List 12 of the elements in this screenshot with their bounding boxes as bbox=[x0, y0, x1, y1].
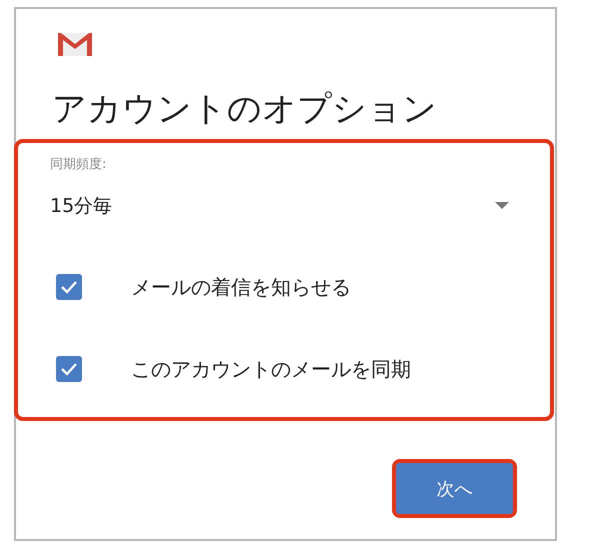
sync-frequency-label: 同期頻度: bbox=[50, 156, 108, 173]
checkbox-label: このアカウントのメールを同期 bbox=[131, 356, 411, 382]
checkmark-icon bbox=[60, 280, 78, 294]
sync-frequency-dropdown[interactable]: 15分毎 bbox=[50, 191, 509, 221]
checkbox[interactable] bbox=[56, 274, 82, 300]
page-title: アカウントのオプション bbox=[52, 88, 438, 131]
checkbox-label: メールの着信を知らせる bbox=[131, 274, 351, 300]
dropdown-arrow-icon bbox=[495, 202, 509, 210]
checkbox[interactable] bbox=[56, 356, 82, 382]
mail-logo-icon bbox=[57, 31, 93, 57]
next-button[interactable]: 次へ bbox=[396, 463, 513, 514]
checkmark-icon bbox=[60, 362, 78, 376]
